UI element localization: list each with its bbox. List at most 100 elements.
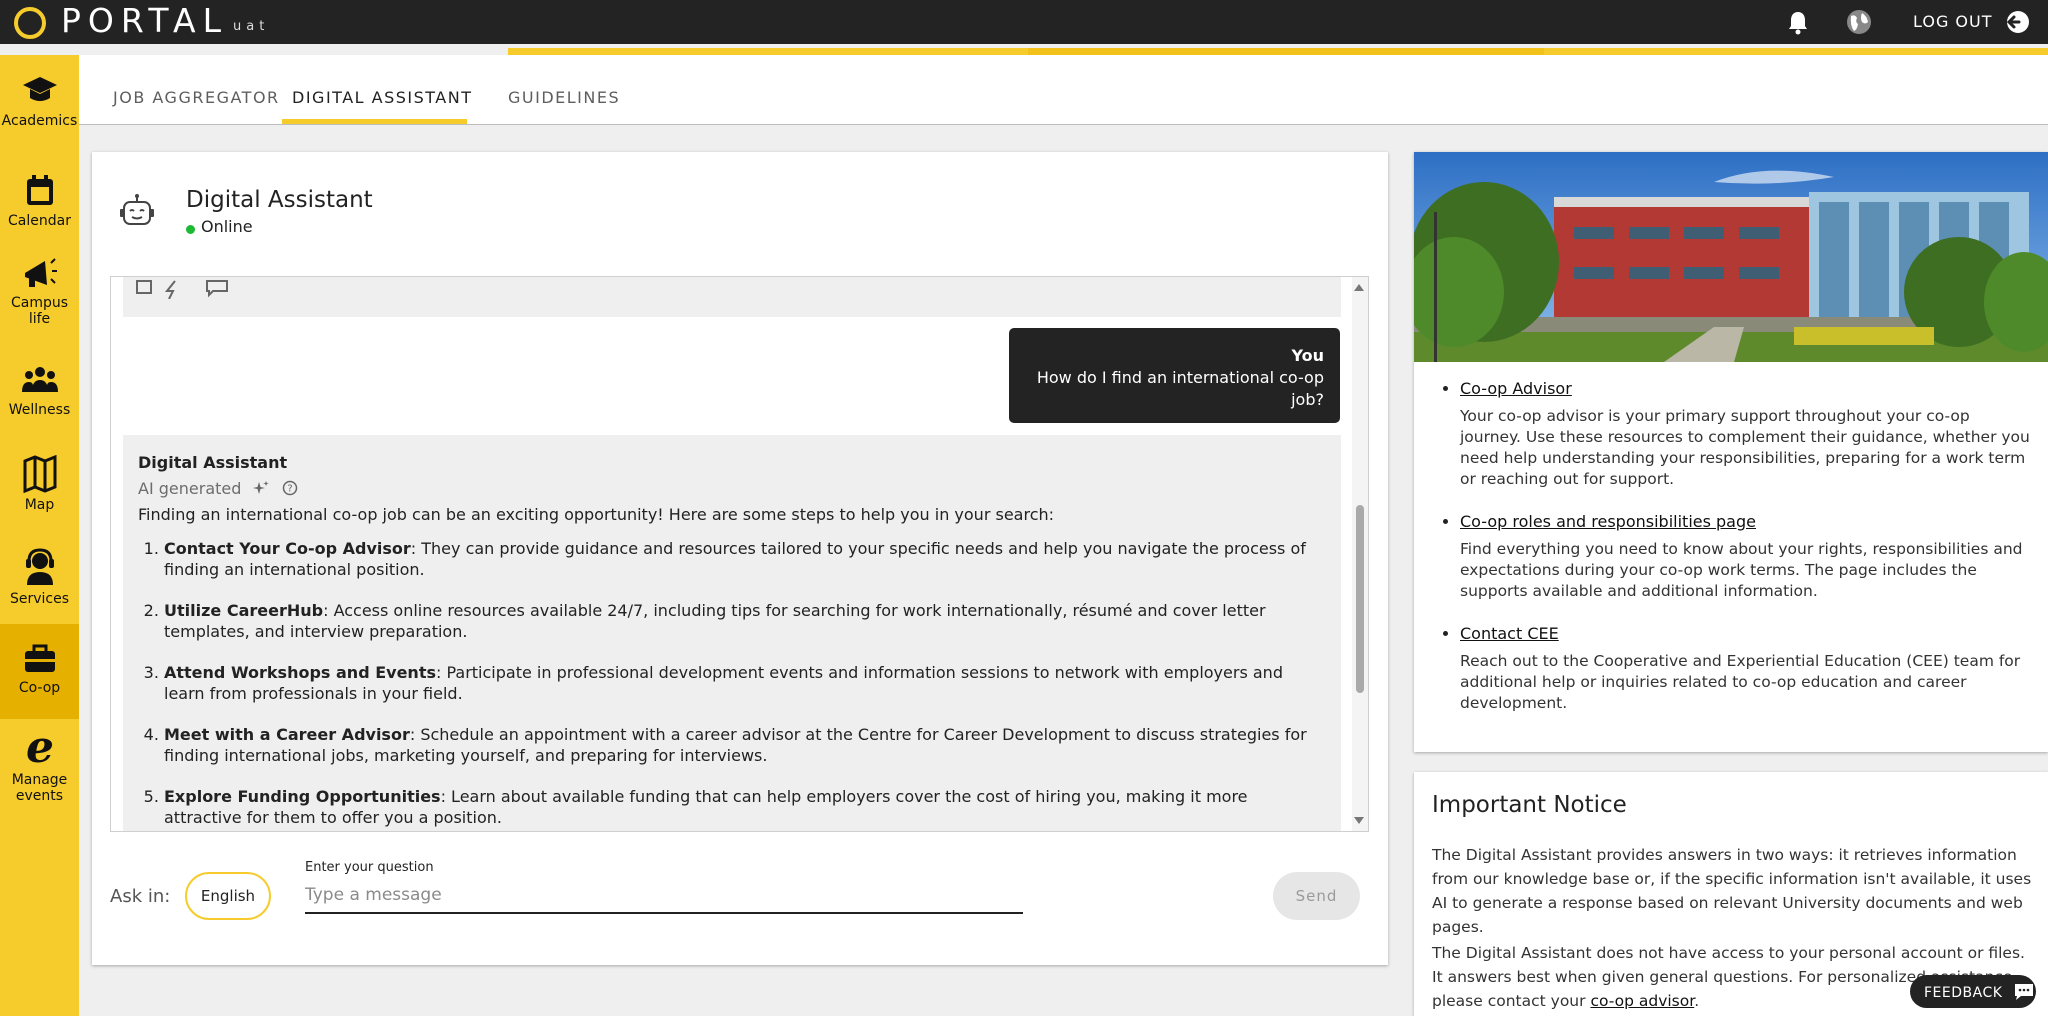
co-op-roles-link[interactable]: Co-op roles and responsibilities page bbox=[1460, 512, 1756, 531]
people-icon bbox=[21, 367, 58, 392]
user-message-text: How do I find an international co-op job… bbox=[1036, 368, 1324, 409]
chat-title: Digital Assistant bbox=[186, 187, 373, 213]
resource-description: Reach out to the Cooperative and Experie… bbox=[1460, 652, 2021, 712]
logout-icon[interactable] bbox=[2004, 9, 2030, 35]
ask-in-label: Ask in: bbox=[110, 886, 171, 907]
globe-icon[interactable] bbox=[1845, 8, 1873, 36]
campus-building-image bbox=[1414, 152, 2048, 362]
assistant-message: Digital Assistant AI generated ? Finding… bbox=[123, 435, 1341, 831]
sidebar-item-wellness[interactable]: Wellness bbox=[0, 362, 79, 418]
sidebar: Academics Calendar Campus life Wellness bbox=[0, 55, 79, 1016]
environment-label: uat bbox=[233, 19, 270, 34]
contact-cee-link[interactable]: Contact CEE bbox=[1460, 624, 1559, 643]
sidebar-item-label: Manage events bbox=[11, 772, 68, 804]
sidebar-item-academics[interactable]: Academics bbox=[0, 73, 79, 129]
scroll-down-arrow-icon[interactable] bbox=[1354, 817, 1364, 824]
app-name[interactable]: PORTAL bbox=[61, 1, 228, 41]
previous-message bbox=[123, 277, 1341, 317]
message-actions bbox=[136, 280, 228, 299]
list-item: Co-op Advisor Your co-op advisor is your… bbox=[1460, 379, 2034, 490]
sidebar-item-co-op[interactable]: Co-op bbox=[0, 624, 79, 719]
online-status-text: Online bbox=[201, 217, 253, 236]
megaphone-icon bbox=[24, 258, 57, 287]
robot-icon bbox=[120, 194, 154, 225]
chat-card: Digital Assistant Online You How do I fi… bbox=[92, 152, 1388, 965]
comment-icon[interactable] bbox=[206, 280, 228, 298]
list-item: Contact CEE Reach out to the Cooperative… bbox=[1460, 624, 2034, 714]
help-circle-icon[interactable]: ? bbox=[282, 480, 298, 496]
feedback-label: FEEDBACK bbox=[1924, 985, 2003, 1001]
chat-bubble-icon bbox=[2015, 984, 2034, 1000]
sidebar-item-label: Co-op bbox=[18, 680, 61, 696]
sidebar-item-label: Services bbox=[9, 591, 70, 607]
step-title: Contact Your Co-op Advisor bbox=[164, 539, 411, 558]
scrollbar[interactable] bbox=[1352, 277, 1368, 831]
resource-description: Your co-op advisor is your primary suppo… bbox=[1460, 407, 2030, 488]
step-title: Explore Funding Opportunities bbox=[164, 787, 441, 806]
svg-text:e: e bbox=[26, 728, 54, 768]
bell-icon[interactable] bbox=[1784, 8, 1812, 36]
language-button[interactable]: English bbox=[185, 872, 271, 920]
sidebar-item-label: Wellness bbox=[8, 402, 71, 418]
step-title: Meet with a Career Advisor bbox=[164, 725, 410, 744]
headset-icon bbox=[25, 548, 54, 585]
steps-list: Contact Your Co-op Advisor: They can pro… bbox=[138, 538, 1326, 828]
send-button[interactable]: Send bbox=[1273, 872, 1360, 920]
user-message-sender: You bbox=[1291, 346, 1325, 365]
accent-strip bbox=[1028, 48, 1544, 55]
notice-title: Important Notice bbox=[1432, 792, 1627, 818]
sidebar-item-manage-events[interactable]: e Manage events bbox=[0, 728, 79, 804]
copy-icon[interactable] bbox=[136, 280, 152, 294]
sparkle-icon bbox=[253, 481, 270, 494]
notice-paragraph-end: . bbox=[1694, 992, 1700, 1010]
tab-guidelines[interactable]: GUIDELINES bbox=[508, 88, 620, 107]
tab-bar: JOB AGGREGATOR DIGITAL ASSISTANT GUIDELI… bbox=[79, 55, 2048, 125]
assistant-intro-text: Finding an international co-op job can b… bbox=[138, 505, 1055, 524]
resources-list: Co-op Advisor Your co-op advisor is your… bbox=[1444, 379, 2034, 736]
sidebar-item-label: Map bbox=[24, 497, 55, 513]
co-op-advisor-link[interactable]: Co-op Advisor bbox=[1460, 379, 1572, 398]
regenerate-icon[interactable] bbox=[164, 280, 176, 299]
step-text: : Access online resources available 24/7… bbox=[164, 601, 1266, 641]
feedback-button[interactable]: FEEDBACK bbox=[1910, 975, 2036, 1008]
logout-button[interactable]: LOG OUT bbox=[1913, 12, 1993, 31]
resource-description: Find everything you need to know about y… bbox=[1460, 540, 2023, 600]
list-item: Meet with a Career Advisor: Schedule an … bbox=[164, 724, 1326, 766]
tab-digital-assistant[interactable]: DIGITAL ASSISTANT bbox=[292, 88, 472, 107]
resources-card: Co-op Advisor Your co-op advisor is your… bbox=[1414, 152, 2048, 752]
accent-strip bbox=[508, 48, 1028, 55]
e-icon: e bbox=[26, 728, 54, 768]
tab-job-aggregator[interactable]: JOB AGGREGATOR bbox=[113, 88, 280, 107]
sidebar-item-map[interactable]: Map bbox=[0, 455, 79, 513]
question-label: Enter your question bbox=[305, 860, 434, 875]
active-tab-indicator bbox=[282, 119, 467, 124]
svg-text:?: ? bbox=[287, 484, 292, 495]
message-input[interactable] bbox=[305, 878, 1023, 914]
online-status-dot bbox=[186, 225, 195, 234]
calendar-icon bbox=[26, 175, 53, 205]
message-list[interactable]: You How do I find an international co-op… bbox=[110, 276, 1369, 832]
portal-logo-icon[interactable] bbox=[14, 7, 46, 39]
map-icon bbox=[23, 455, 56, 493]
co-op-advisor-notice-link[interactable]: co-op advisor bbox=[1590, 992, 1694, 1010]
list-item: Co-op roles and responsibilities page Fi… bbox=[1460, 512, 2034, 602]
list-item: Explore Funding Opportunities: Learn abo… bbox=[164, 786, 1326, 828]
top-bar: PORTAL uat LOG OUT bbox=[0, 0, 2048, 44]
ai-generated-text: AI generated bbox=[138, 479, 242, 498]
scroll-up-arrow-icon[interactable] bbox=[1354, 284, 1364, 291]
sidebar-item-calendar[interactable]: Calendar bbox=[0, 173, 79, 229]
sidebar-item-label: Campus life bbox=[10, 295, 69, 327]
sidebar-item-services[interactable]: Services bbox=[0, 547, 79, 607]
step-title: Attend Workshops and Events bbox=[164, 663, 436, 682]
sidebar-item-campus-life[interactable]: Campus life bbox=[0, 255, 79, 327]
list-item: Attend Workshops and Events: Participate… bbox=[164, 662, 1326, 704]
accent-strip bbox=[1544, 48, 2048, 55]
briefcase-icon bbox=[24, 644, 55, 672]
ai-generated-label: AI generated ? bbox=[138, 478, 1326, 499]
sidebar-item-label: Calendar bbox=[8, 213, 71, 229]
notice-paragraph: The Digital Assistant provides answers i… bbox=[1432, 846, 2032, 936]
scrollbar-thumb[interactable] bbox=[1356, 505, 1364, 693]
list-item: Contact Your Co-op Advisor: They can pro… bbox=[164, 538, 1326, 580]
user-message-bubble: You How do I find an international co-op… bbox=[1009, 328, 1340, 423]
graduation-cap-icon bbox=[22, 77, 57, 101]
